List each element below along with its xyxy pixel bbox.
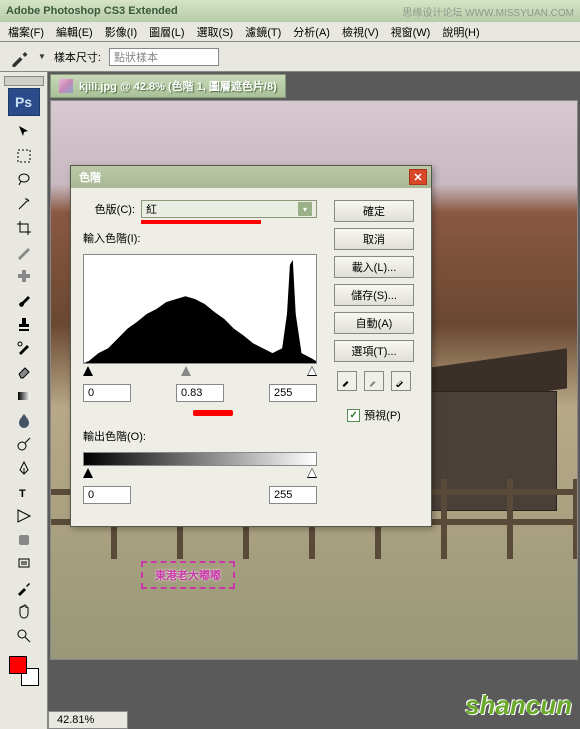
- menu-filter[interactable]: 濾鏡(T): [241, 22, 285, 42]
- preview-checkbox-row[interactable]: ✓ 預視(P): [347, 407, 401, 423]
- eraser-tool[interactable]: [13, 361, 35, 383]
- input-slider-track[interactable]: [83, 366, 317, 378]
- notes-tool[interactable]: [13, 553, 35, 575]
- output-gradient: [83, 452, 317, 466]
- menu-file[interactable]: 檔案(F): [4, 22, 48, 42]
- document-title: kjili.jpg @ 42.8% (色階 1, 圖層遮色片/8): [79, 78, 277, 94]
- sample-size-label: 樣本尺寸:: [54, 49, 101, 65]
- tool-preset-dropdown[interactable]: ▼: [38, 52, 46, 61]
- type-tool[interactable]: T: [13, 481, 35, 503]
- output-white-slider[interactable]: [307, 468, 317, 478]
- gradient-tool[interactable]: [13, 385, 35, 407]
- cancel-button[interactable]: 取消: [334, 228, 414, 250]
- output-slider-track[interactable]: [83, 468, 317, 480]
- app-title: Adobe Photoshop CS3 Extended: [6, 5, 178, 17]
- input-black-field[interactable]: 0: [83, 384, 131, 402]
- shape-tool[interactable]: [13, 529, 35, 551]
- heal-tool[interactable]: [13, 265, 35, 287]
- histogram: [83, 254, 317, 364]
- channel-label: 色版(C):: [83, 201, 135, 217]
- document-icon: [59, 79, 73, 93]
- menu-help[interactable]: 說明(H): [438, 22, 483, 42]
- foreground-color-swatch[interactable]: [9, 656, 27, 674]
- tools-panel: Ps T: [0, 72, 48, 729]
- black-eyedropper[interactable]: [337, 371, 357, 391]
- menu-edit[interactable]: 編輯(E): [52, 22, 97, 42]
- panel-handle[interactable]: [4, 76, 44, 86]
- move-tool[interactable]: [13, 121, 35, 143]
- gamma-slider[interactable]: [181, 366, 191, 376]
- app-title-bar: Adobe Photoshop CS3 Extended 思缘设计论坛 WWW.…: [0, 0, 580, 22]
- marquee-tool[interactable]: [13, 145, 35, 167]
- menu-view[interactable]: 檢視(V): [338, 22, 383, 42]
- wand-tool[interactable]: [13, 193, 35, 215]
- channel-select[interactable]: 紅 ▾: [141, 200, 317, 218]
- menu-analysis[interactable]: 分析(A): [289, 22, 334, 42]
- annotation-underline-gamma: [193, 410, 233, 416]
- ps-logo: Ps: [8, 88, 40, 116]
- dialog-title-bar[interactable]: 色階 ✕: [71, 166, 431, 188]
- ok-button[interactable]: 確定: [334, 200, 414, 222]
- annotation-underline: [141, 220, 261, 224]
- input-white-field[interactable]: 255: [269, 384, 317, 402]
- load-button[interactable]: 載入(L)...: [334, 256, 414, 278]
- lasso-tool[interactable]: [13, 169, 35, 191]
- menu-window[interactable]: 視窗(W): [387, 22, 435, 42]
- output-black-field[interactable]: 0: [83, 486, 131, 504]
- options-button[interactable]: 選項(T)...: [334, 340, 414, 362]
- color-swatches[interactable]: [9, 656, 39, 686]
- history-brush-tool[interactable]: [13, 337, 35, 359]
- slice-tool[interactable]: [13, 241, 35, 263]
- output-levels-label: 輸出色階(O):: [83, 428, 146, 444]
- input-levels-label: 輸入色階(I):: [83, 230, 140, 246]
- menu-layer[interactable]: 圖層(L): [145, 22, 188, 42]
- eyedropper-tool[interactable]: [13, 577, 35, 599]
- sample-size-select[interactable]: 點狀樣本: [109, 48, 219, 66]
- menu-select[interactable]: 選取(S): [193, 22, 238, 42]
- close-button[interactable]: ✕: [409, 169, 427, 185]
- menu-bar: 檔案(F) 編輯(E) 影像(I) 圖層(L) 選取(S) 濾鏡(T) 分析(A…: [0, 22, 580, 42]
- preview-checkbox[interactable]: ✓: [347, 409, 360, 422]
- hand-tool[interactable]: [13, 601, 35, 623]
- chevron-down-icon: ▾: [298, 202, 312, 216]
- svg-text:T: T: [19, 488, 26, 500]
- top-watermark: 思缘设计论坛 WWW.MISSYUAN.COM: [402, 4, 574, 19]
- blur-tool[interactable]: [13, 409, 35, 431]
- save-button[interactable]: 儲存(S)...: [334, 284, 414, 306]
- gray-eyedropper[interactable]: [364, 371, 384, 391]
- white-eyedropper[interactable]: [391, 371, 411, 391]
- eyedropper-tool-icon: [10, 47, 30, 67]
- levels-dialog: 色階 ✕ 色版(C): 紅 ▾ 輸入色階(I):: [70, 165, 432, 527]
- path-tool[interactable]: [13, 505, 35, 527]
- crop-tool[interactable]: [13, 217, 35, 239]
- zoom-tool[interactable]: [13, 625, 35, 647]
- options-bar: ▼ 樣本尺寸: 點狀樣本: [0, 42, 580, 72]
- stamp-tool[interactable]: [13, 313, 35, 335]
- output-black-slider[interactable]: [83, 468, 93, 478]
- brush-tool[interactable]: [13, 289, 35, 311]
- preview-label: 預視(P): [364, 407, 401, 423]
- black-point-slider[interactable]: [83, 366, 93, 376]
- document-tab[interactable]: kjili.jpg @ 42.8% (色階 1, 圖層遮色片/8): [50, 74, 286, 98]
- shancun-watermark: shancun: [465, 690, 572, 721]
- auto-button[interactable]: 自動(A): [334, 312, 414, 334]
- input-gamma-field[interactable]: 0.83: [176, 384, 224, 402]
- pen-tool[interactable]: [13, 457, 35, 479]
- watermark-stamp: 東港老大嘟嘟: [141, 561, 235, 589]
- output-white-field[interactable]: 255: [269, 486, 317, 504]
- zoom-status[interactable]: 42.81%: [48, 711, 128, 729]
- white-point-slider[interactable]: [307, 366, 317, 376]
- dialog-title-text: 色階: [75, 169, 101, 185]
- dodge-tool[interactable]: [13, 433, 35, 455]
- menu-image[interactable]: 影像(I): [101, 22, 141, 42]
